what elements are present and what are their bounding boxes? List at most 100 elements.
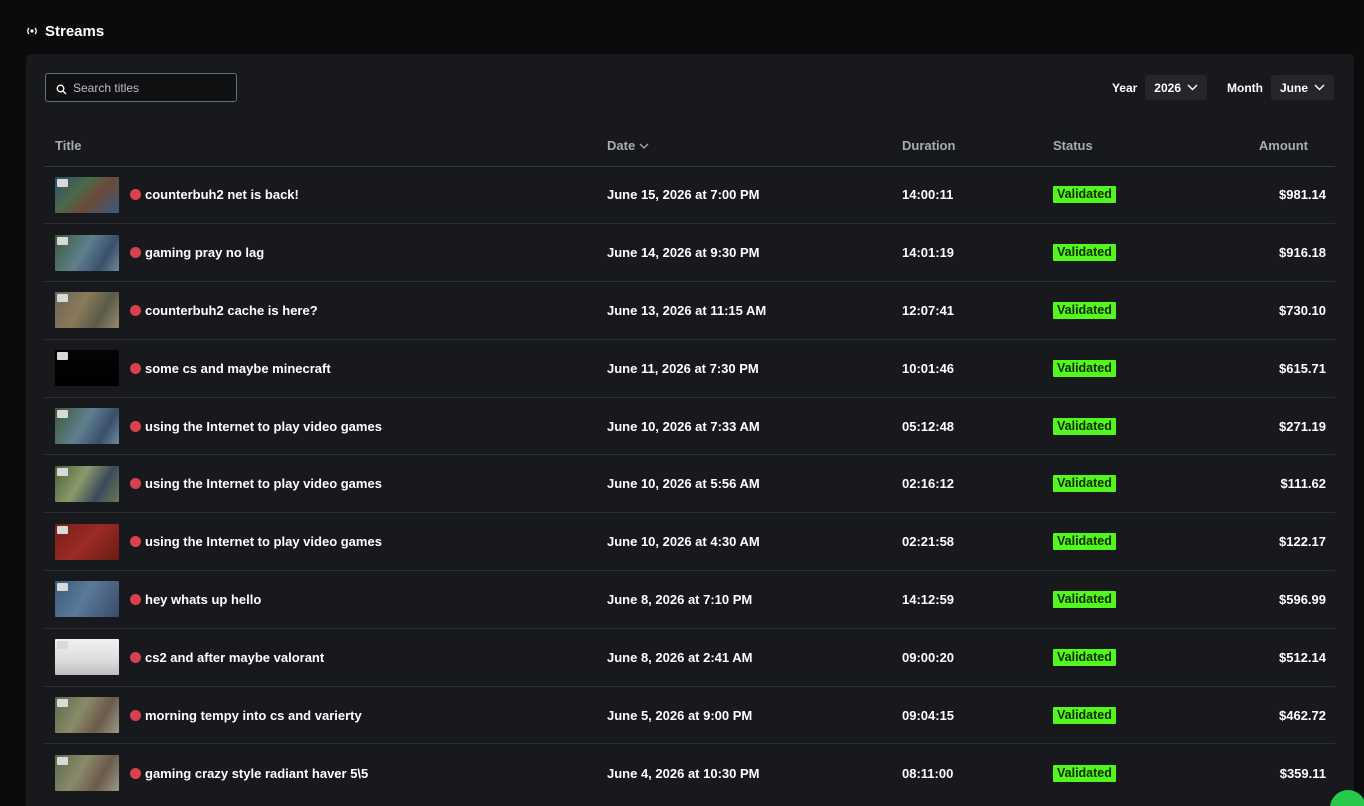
cell-title: hey whats up hello xyxy=(44,570,607,629)
cell-date: June 10, 2026 at 7:33 AM xyxy=(607,397,902,456)
cell-duration: 08:11:00 xyxy=(902,765,954,781)
column-header-status: Status xyxy=(1053,126,1223,167)
stream-title[interactable]: hey whats up hello xyxy=(145,592,261,607)
filters: Year 2026 Month June xyxy=(1112,75,1334,100)
stream-thumbnail[interactable] xyxy=(55,234,119,271)
stream-thumbnail[interactable] xyxy=(55,755,119,792)
table-row[interactable]: some cs and maybe minecraft June 11, 202… xyxy=(44,339,1335,398)
help-chat-button[interactable] xyxy=(1330,790,1364,806)
live-dot-icon xyxy=(130,362,141,374)
stream-title[interactable]: morning tempy into cs and varierty xyxy=(145,708,362,723)
table-row[interactable]: counterbuh2 net is back! June 15, 2026 a… xyxy=(44,166,1335,225)
stream-thumbnail[interactable] xyxy=(55,292,119,329)
cell-date: June 10, 2026 at 5:56 AM xyxy=(607,454,902,514)
status-badge: Validated xyxy=(1053,590,1116,608)
table-header-row: Title Date Duration Status Amount xyxy=(44,126,1335,167)
streamer-avatar xyxy=(57,352,68,361)
live-dot-icon xyxy=(130,651,141,663)
cell-duration: 12:07:41 xyxy=(902,281,1053,340)
cell-date: June 14, 2026 at 9:30 PM xyxy=(607,223,902,283)
streamer-avatar xyxy=(57,699,68,708)
stream-title[interactable]: using the Internet to play video games xyxy=(145,534,382,549)
chevron-down-icon xyxy=(1314,84,1325,91)
stream-thumbnail[interactable] xyxy=(55,523,119,560)
table-row[interactable]: gaming crazy style radiant haver 5\5 Jun… xyxy=(44,744,1335,802)
streamer-avatar xyxy=(57,410,68,419)
table-row[interactable]: using the Internet to play video games J… xyxy=(44,454,1335,514)
stream-thumbnail[interactable] xyxy=(55,581,119,618)
table-row[interactable]: counterbuh2 cache is here? June 13, 2026… xyxy=(44,281,1335,340)
column-header-duration: Duration xyxy=(902,126,1053,167)
column-header-title: Title xyxy=(44,126,607,167)
streamer-avatar xyxy=(57,294,68,303)
streamer-avatar xyxy=(57,467,68,476)
year-select[interactable]: 2026 xyxy=(1145,75,1207,100)
stream-title[interactable]: gaming pray no lag xyxy=(145,245,264,260)
cell-duration: 09:00:20 xyxy=(902,628,1053,687)
cell-duration: 02:21:58 xyxy=(902,512,1053,572)
stream-thumbnail[interactable] xyxy=(55,176,119,213)
cell-status: Validated xyxy=(1053,166,1223,225)
stream-thumbnail[interactable] xyxy=(55,408,119,445)
live-dot-icon xyxy=(130,478,141,490)
table-row[interactable]: hey whats up hello June 8, 2026 at 7:10 … xyxy=(44,570,1335,629)
cell-title: counterbuh2 net is back! xyxy=(44,166,607,225)
stream-title[interactable]: using the Internet to play video games xyxy=(145,476,382,491)
table-row[interactable]: cs2 and after maybe valorant June 8, 202… xyxy=(44,628,1335,687)
cell-status: Validated xyxy=(1053,744,1223,802)
cell-status: Validated xyxy=(1053,454,1223,514)
column-header-amount: Amount xyxy=(1223,126,1335,167)
cell-status: Validated xyxy=(1053,570,1223,629)
cell-duration: 14:01:19 xyxy=(902,223,1053,283)
cell-title: using the Internet to play video games xyxy=(44,397,607,456)
cell-duration: 02:16:12 xyxy=(902,454,1053,514)
live-broadcast-icon xyxy=(25,24,39,38)
search-input[interactable] xyxy=(73,80,223,95)
stream-title[interactable]: gaming crazy style radiant haver 5\5 xyxy=(145,766,368,781)
status-badge: Validated xyxy=(1053,186,1116,204)
cell-date: June 13, 2026 at 11:15 AM xyxy=(607,281,902,340)
stream-thumbnail[interactable] xyxy=(55,639,119,676)
cell-duration: 14:00:11 xyxy=(902,166,1053,225)
cell-status: Validated xyxy=(1053,397,1223,456)
stream-title[interactable]: cs2 and after maybe valorant xyxy=(145,650,324,665)
table-row[interactable]: using the Internet to play video games J… xyxy=(44,397,1335,456)
table-row[interactable]: gaming pray no lag June 14, 2026 at 9:30… xyxy=(44,223,1335,283)
cell-date: June 8, 2026 at 2:41 AM xyxy=(607,628,902,687)
cell-date: June 5, 2026 at 9:00 PM xyxy=(607,686,902,745)
status-badge: Validated xyxy=(1053,648,1116,666)
year-value: 2026 xyxy=(1154,80,1181,95)
cell-date: June 15, 2026 at 7:00 PM xyxy=(607,166,902,225)
table-row[interactable]: morning tempy into cs and varierty June … xyxy=(44,686,1335,745)
stream-thumbnail[interactable] xyxy=(55,350,119,387)
status-badge: Validated xyxy=(1053,706,1116,724)
column-header-date-label: Date xyxy=(607,138,636,154)
cell-status: Validated xyxy=(1053,281,1223,340)
cell-amount: $512.14 xyxy=(1223,628,1335,687)
search-box[interactable] xyxy=(45,73,237,102)
cell-amount: $462.72 xyxy=(1223,686,1335,745)
stream-thumbnail[interactable] xyxy=(55,697,119,734)
cell-title: gaming crazy style radiant haver 5\5 xyxy=(44,744,607,802)
stream-title[interactable]: using the Internet to play video games xyxy=(145,419,382,434)
cell-title: some cs and maybe minecraft xyxy=(44,339,607,398)
cell-amount: $615.71 xyxy=(1223,339,1335,398)
live-dot-icon xyxy=(130,420,141,432)
cell-duration: 09:04:15 xyxy=(902,686,1053,745)
streams-table: Title Date Duration Status Amount counte… xyxy=(44,126,1335,802)
month-label: Month xyxy=(1227,80,1263,95)
stream-thumbnail[interactable] xyxy=(55,465,119,502)
cell-amount: $359.11 xyxy=(1279,765,1326,781)
stream-title[interactable]: counterbuh2 cache is here? xyxy=(145,303,318,318)
stream-title[interactable]: counterbuh2 net is back! xyxy=(145,187,299,202)
live-dot-icon xyxy=(130,593,141,605)
cell-date: June 10, 2026 at 4:30 AM xyxy=(607,512,902,572)
table-row[interactable]: using the Internet to play video games J… xyxy=(44,512,1335,572)
cell-amount: $111.62 xyxy=(1223,454,1335,514)
cell-title: cs2 and after maybe valorant xyxy=(44,628,607,687)
stream-title[interactable]: some cs and maybe minecraft xyxy=(145,361,331,376)
cell-duration: 05:12:48 xyxy=(902,397,1053,456)
column-header-date[interactable]: Date xyxy=(607,126,902,167)
month-select[interactable]: June xyxy=(1270,75,1334,100)
live-dot-icon xyxy=(130,536,141,548)
